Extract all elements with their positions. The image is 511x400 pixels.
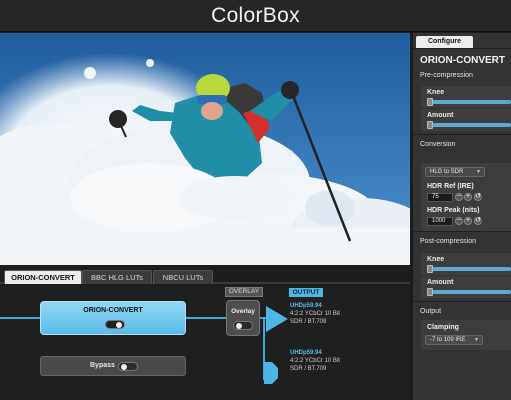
overlay-node[interactable]: Overlay bbox=[226, 300, 260, 336]
video-preview bbox=[0, 33, 410, 265]
chevron-down-icon: ▼ bbox=[476, 169, 481, 175]
conversion-mode-value: HLG to SDR bbox=[430, 169, 464, 175]
post-amount-label: Amount bbox=[427, 279, 454, 286]
overlay-header: OVERLAY bbox=[225, 287, 263, 297]
output-primary-colorspace: SDR / BT.709 bbox=[290, 319, 327, 325]
app-title: ColorBox bbox=[211, 3, 300, 27]
orion-convert-label: ORION-CONVERT bbox=[83, 307, 143, 314]
output-secondary-sampling: 4:2:2 YCbCr 10 Bit bbox=[290, 358, 340, 364]
output-header: OUTPUT bbox=[289, 288, 323, 297]
bypass-toggle[interactable] bbox=[118, 362, 138, 371]
flow-line-in bbox=[0, 317, 40, 319]
output-primary-format: UHDp59.94 bbox=[290, 303, 322, 309]
hdr-ref-minus-button[interactable]: − bbox=[455, 193, 463, 201]
tab-orion-convert[interactable]: ORION-CONVERT bbox=[4, 270, 82, 284]
slider-thumb[interactable] bbox=[427, 288, 433, 296]
hdr-peak-reset-icon[interactable]: ↺ bbox=[474, 217, 482, 225]
orion-convert-toggle[interactable] bbox=[105, 320, 125, 329]
post-compression-heading: Post-compression bbox=[420, 238, 477, 245]
output-arrow-secondary-icon bbox=[264, 362, 278, 384]
conversion-mode-select[interactable]: HLG to SDR ▼ bbox=[425, 167, 485, 177]
pre-knee-control: Knee bbox=[421, 86, 511, 108]
bypass-label: Bypass bbox=[90, 362, 115, 369]
divider bbox=[413, 134, 511, 135]
conversion-heading: Conversion bbox=[420, 141, 456, 148]
output-heading: Output bbox=[420, 308, 442, 315]
clamping-control: Clamping -7 to 109 IRE ▼ bbox=[421, 320, 511, 350]
pre-amount-slider[interactable] bbox=[427, 121, 511, 129]
slider-thumb[interactable] bbox=[427, 98, 433, 106]
lut-tabs: ORION-CONVERT BBC HLG LUTs NBCU LUTs bbox=[0, 267, 410, 284]
pre-amount-label: Amount bbox=[427, 112, 454, 119]
conversion-controls: HLG to SDR ▼ HDR Ref (IRE) 75 − + ↺ HDR … bbox=[421, 163, 511, 231]
orion-convert-node[interactable]: ORION-CONVERT bbox=[40, 301, 186, 335]
panel-title: ORION-CONVERT bbox=[420, 55, 505, 66]
post-knee-label: Knee bbox=[427, 256, 445, 263]
tab-configure[interactable]: Configure bbox=[416, 36, 473, 48]
signal-flow: ORION-CONVERT Bypass OVERLAY Overlay OUT… bbox=[0, 286, 410, 400]
tab-bbc-hlg-luts[interactable]: BBC HLG LUTs bbox=[82, 270, 152, 284]
overlay-toggle[interactable] bbox=[233, 321, 253, 330]
slider-thumb[interactable] bbox=[427, 121, 433, 129]
hdr-ref-reset-icon[interactable]: ↺ bbox=[474, 193, 482, 201]
hdr-ref-plus-button[interactable]: + bbox=[464, 193, 472, 201]
output-arrow-primary-icon bbox=[266, 306, 288, 332]
bypass-node[interactable]: Bypass bbox=[40, 356, 186, 376]
pre-knee-label: Knee bbox=[427, 89, 445, 96]
post-amount-slider[interactable] bbox=[427, 288, 511, 296]
clamping-select[interactable]: -7 to 109 IRE ▼ bbox=[425, 335, 483, 345]
output-secondary-colorspace: SDR / BT.709 bbox=[290, 366, 327, 372]
hdr-peak-minus-button[interactable]: − bbox=[455, 217, 463, 225]
pre-knee-slider[interactable] bbox=[427, 98, 511, 106]
divider bbox=[413, 301, 511, 302]
clamping-value: -7 to 109 IRE bbox=[430, 337, 466, 343]
toggle-knob bbox=[236, 323, 242, 329]
pre-amount-control: Amount bbox=[421, 109, 511, 131]
hdr-peak-plus-button[interactable]: + bbox=[464, 217, 472, 225]
post-knee-control: Knee bbox=[421, 253, 511, 275]
toggle-knob bbox=[121, 364, 127, 370]
hdr-ref-label: HDR Ref (IRE) bbox=[427, 183, 474, 190]
chevron-down-icon: ▼ bbox=[474, 337, 479, 343]
output-primary-info: UHDp59.94 4:2:2 YCbCr 10 Bit SDR / BT.70… bbox=[290, 302, 340, 326]
post-amount-control: Amount bbox=[421, 276, 511, 298]
output-primary-sampling: 4:2:2 YCbCr 10 Bit bbox=[290, 311, 340, 317]
preview-image bbox=[0, 33, 410, 265]
hdr-peak-input[interactable]: 1000 bbox=[427, 217, 453, 226]
divider bbox=[413, 231, 511, 232]
toggle-knob bbox=[116, 322, 122, 328]
tab-nbcu-luts[interactable]: NBCU LUTs bbox=[153, 270, 213, 284]
title-bar: ColorBox bbox=[0, 0, 511, 32]
hdr-ref-input[interactable]: 75 bbox=[427, 193, 453, 202]
post-knee-slider[interactable] bbox=[427, 265, 511, 273]
pre-compression-heading: Pre-compression bbox=[420, 72, 473, 79]
hdr-peak-label: HDR Peak (nits) bbox=[427, 207, 480, 214]
output-secondary-format: UHDp59.94 bbox=[290, 350, 322, 356]
overlay-label: Overlay bbox=[231, 308, 255, 315]
divider bbox=[413, 48, 511, 49]
clamping-label: Clamping bbox=[427, 324, 459, 331]
flow-line-mid bbox=[186, 317, 226, 319]
slider-thumb[interactable] bbox=[427, 265, 433, 273]
output-secondary-info: UHDp59.94 4:2:2 YCbCr 10 Bit SDR / BT.70… bbox=[290, 349, 340, 373]
